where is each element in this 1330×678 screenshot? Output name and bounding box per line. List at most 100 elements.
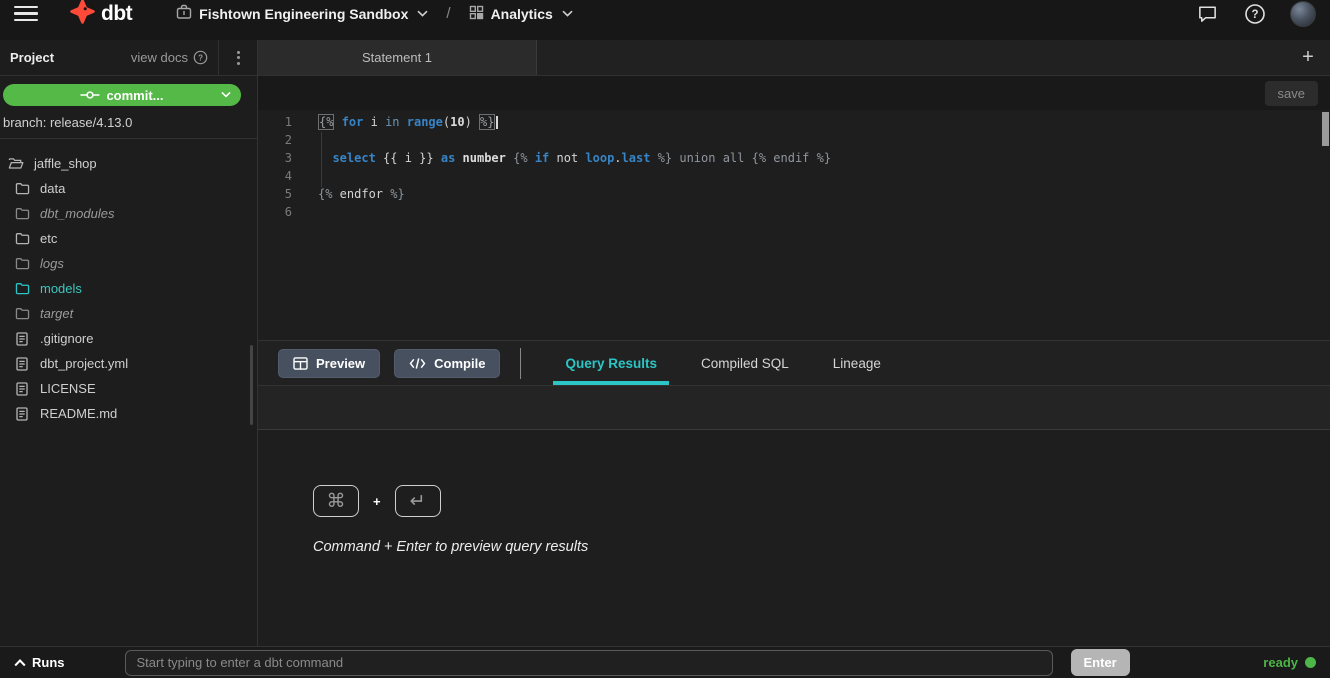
ide-status: ready: [1263, 655, 1316, 670]
file-icon: [14, 332, 30, 346]
shortcut-hint-text: Command + Enter to preview query results: [313, 539, 1330, 555]
tree-item-.gitignore[interactable]: .gitignore: [0, 326, 257, 351]
new-tab-button[interactable]: +: [1286, 40, 1330, 75]
tree-item-dbt_project.yml[interactable]: dbt_project.yml: [0, 351, 257, 376]
editor-scrollbar[interactable]: [1322, 112, 1329, 146]
tree-item-models[interactable]: models: [0, 276, 257, 301]
tab-query-results[interactable]: Query Results: [543, 341, 679, 385]
git-commit-icon: [80, 89, 100, 101]
results-header-band: [258, 386, 1330, 430]
environment-switcher-label: Analytics: [491, 6, 553, 22]
dbt-wordmark: dbt: [101, 2, 132, 26]
dbt-command-input[interactable]: [125, 650, 1053, 676]
tab-lineage[interactable]: Lineage: [811, 341, 903, 385]
enter-button[interactable]: Enter: [1071, 649, 1130, 676]
dbt-logo[interactable]: dbt: [70, 0, 132, 29]
hamburger-menu-icon[interactable]: [14, 6, 38, 22]
ide-status-label: ready: [1263, 655, 1298, 670]
commit-button-label: commit...: [106, 88, 163, 103]
code-line: 1 {% for i in range(10) %}: [258, 113, 1330, 131]
tree-item-data[interactable]: data: [0, 176, 257, 201]
code-editor[interactable]: 1 {% for i in range(10) %}23 select {{ i …: [258, 110, 1330, 341]
tree-item-README.md[interactable]: README.md: [0, 401, 257, 426]
editor-column: Statement 1 + save 1 {% for i in range(10…: [258, 40, 1330, 646]
environment-switcher[interactable]: Analytics: [469, 5, 573, 23]
folder-icon: [14, 182, 30, 195]
command-key-icon: ⌘: [313, 485, 359, 517]
tree-item-label: dbt_modules: [40, 206, 114, 221]
sidebar-scrollbar[interactable]: [250, 345, 253, 425]
folder-icon: [14, 307, 30, 320]
tree-item-etc[interactable]: etc: [0, 226, 257, 251]
tree-item-label: README.md: [40, 406, 117, 421]
plus-separator: +: [373, 494, 381, 509]
save-button[interactable]: save: [1265, 81, 1318, 106]
dbt-cloud-ide: dbt Fishtown Engineering Sandbox / Analy…: [0, 0, 1330, 678]
enter-key-icon: ↵: [395, 485, 441, 517]
preview-button[interactable]: Preview: [278, 349, 380, 378]
compile-button[interactable]: Compile: [394, 349, 500, 378]
results-toolbar: Preview Compile Query ResultsCompiled SQ…: [258, 341, 1330, 386]
file-icon: [14, 382, 30, 396]
sidebar-header: Project view docs ?: [0, 40, 257, 76]
file-icon: [14, 407, 30, 421]
project-switcher[interactable]: Fishtown Engineering Sandbox: [176, 4, 428, 23]
tree-item-LICENSE[interactable]: LICENSE: [0, 376, 257, 401]
chevron-down-icon: [221, 91, 231, 98]
tree-item-label: data: [40, 181, 65, 196]
chat-icon[interactable]: [1197, 3, 1218, 24]
file-tree: jaffle_shopdata dbt_modulesetc logs models t…: [0, 139, 257, 646]
editor-toolbar: save: [258, 76, 1330, 110]
toolbar-divider: [520, 348, 521, 379]
code-lines: 1 {% for i in range(10) %}23 select {{ i …: [258, 113, 1330, 221]
code-text: {% for i in range(10) %}: [318, 113, 498, 131]
preview-button-label: Preview: [316, 356, 365, 371]
tree-item-label: logs: [40, 256, 64, 271]
folder-icon: [14, 257, 30, 270]
results-tabs: Query ResultsCompiled SQLLineage: [543, 341, 902, 385]
line-number: 3: [258, 149, 304, 167]
chevron-down-icon: [417, 10, 428, 17]
folder-icon: [14, 232, 30, 245]
commit-button[interactable]: commit...: [3, 84, 241, 106]
tree-item-logs[interactable]: logs: [0, 251, 257, 276]
tree-item-jaffle_shop[interactable]: jaffle_shop: [0, 151, 257, 176]
line-number: 1: [258, 113, 304, 131]
tree-item-dbt_modules[interactable]: dbt_modules: [0, 201, 257, 226]
line-number: 5: [258, 185, 304, 203]
tab-compiled-sql[interactable]: Compiled SQL: [679, 341, 811, 385]
tree-item-label: LICENSE: [40, 381, 96, 396]
tree-item-target[interactable]: target: [0, 301, 257, 326]
dbt-logo-icon: [70, 0, 95, 29]
help-icon[interactable]: ?: [1244, 3, 1266, 25]
chevron-down-icon: [562, 10, 573, 17]
svg-text:?: ?: [198, 54, 203, 63]
sidebar-title: Project: [10, 50, 54, 65]
tree-item-label: models: [40, 281, 82, 296]
code-text: select {{ i }} as number {% if not loop.…: [318, 149, 831, 167]
line-number: 6: [258, 203, 304, 221]
status-bar: Runs Enter ready: [0, 646, 1330, 678]
tree-item-label: target: [40, 306, 73, 321]
grid-icon: [469, 5, 484, 23]
tree-item-label: etc: [40, 231, 57, 246]
user-avatar[interactable]: [1290, 1, 1316, 27]
tab-statement-1[interactable]: Statement 1: [258, 40, 537, 75]
tab-statement-1-label: Statement 1: [362, 50, 432, 65]
view-docs-button[interactable]: view docs ?: [131, 50, 218, 65]
status-dot-icon: [1305, 657, 1316, 668]
chevron-up-icon: [14, 659, 26, 667]
top-bar: dbt Fishtown Engineering Sandbox / Analy…: [0, 0, 1330, 40]
code-line: 3 select {{ i }} as number {% if not loo…: [258, 149, 1330, 167]
file-icon: [14, 357, 30, 371]
branch-label: branch: release/4.13.0: [3, 115, 257, 130]
svg-text:?: ?: [1251, 9, 1258, 21]
code-line: 2: [258, 131, 1330, 149]
tree-item-label: dbt_project.yml: [40, 356, 128, 371]
runs-panel-toggle[interactable]: Runs: [14, 655, 65, 670]
table-icon: [293, 357, 308, 370]
briefcase-icon: [176, 4, 192, 23]
code-line: 4: [258, 167, 1330, 185]
sidebar-kebab-menu[interactable]: [219, 51, 257, 65]
compile-button-label: Compile: [434, 356, 485, 371]
